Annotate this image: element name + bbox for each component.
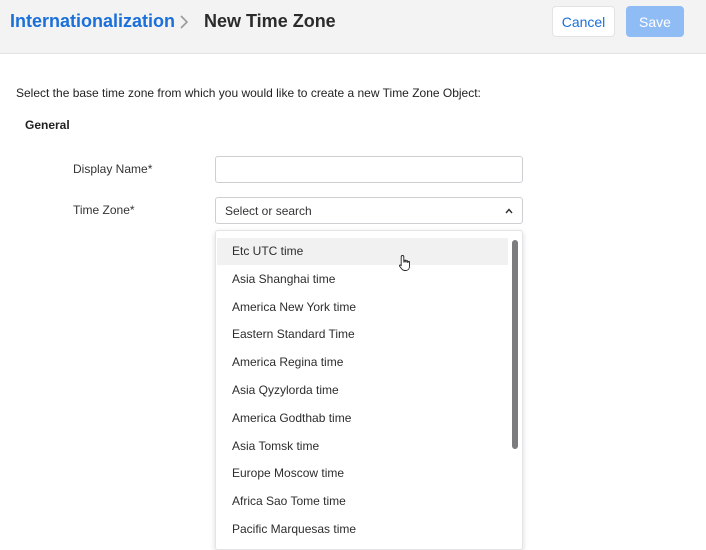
save-button[interactable]: Save bbox=[626, 6, 684, 37]
section-title-general: General bbox=[25, 118, 70, 132]
time-zone-select[interactable]: Select or search bbox=[215, 197, 523, 224]
dropdown-option[interactable]: Etc UTC time bbox=[217, 238, 508, 265]
dropdown-option[interactable]: Asia Shanghai time bbox=[217, 266, 508, 293]
display-name-label: Display Name* bbox=[73, 162, 153, 176]
time-zone-dropdown: Pacific Marquesas time Africa Sao Tome ti… bbox=[215, 230, 523, 550]
dropdown-option[interactable]: Europe Moscow time bbox=[217, 460, 508, 487]
dropdown-option[interactable]: Pacific Marquesas time bbox=[217, 516, 508, 543]
dropdown-scrollbar[interactable] bbox=[512, 240, 518, 449]
time-zone-placeholder: Select or search bbox=[225, 204, 312, 218]
dropdown-option[interactable]: Asia Qyzylorda time bbox=[217, 377, 508, 404]
chevron-right-icon bbox=[180, 15, 189, 29]
page-title: New Time Zone bbox=[204, 11, 336, 31]
breadcrumb-internationalization[interactable]: Internationalization bbox=[10, 11, 175, 32]
chevron-up-icon[interactable] bbox=[504, 206, 514, 216]
dropdown-option[interactable]: Asia Tomsk time bbox=[217, 433, 508, 460]
dropdown-option[interactable]: Eastern Standard Time bbox=[217, 321, 508, 348]
dropdown-option[interactable]: Africa Sao Tome time bbox=[217, 488, 508, 515]
form-intro: Select the base time zone from which you… bbox=[16, 86, 481, 100]
cancel-button[interactable]: Cancel bbox=[552, 6, 615, 37]
dropdown-option[interactable]: America Godthab time bbox=[217, 405, 508, 432]
time-zone-label: Time Zone* bbox=[73, 203, 135, 217]
dropdown-option[interactable]: America New York time bbox=[217, 294, 508, 321]
dropdown-option[interactable]: America Regina time bbox=[217, 349, 508, 376]
page-header: Internationalization New Time Zone Cance… bbox=[0, 0, 706, 54]
display-name-input[interactable] bbox=[215, 156, 523, 183]
